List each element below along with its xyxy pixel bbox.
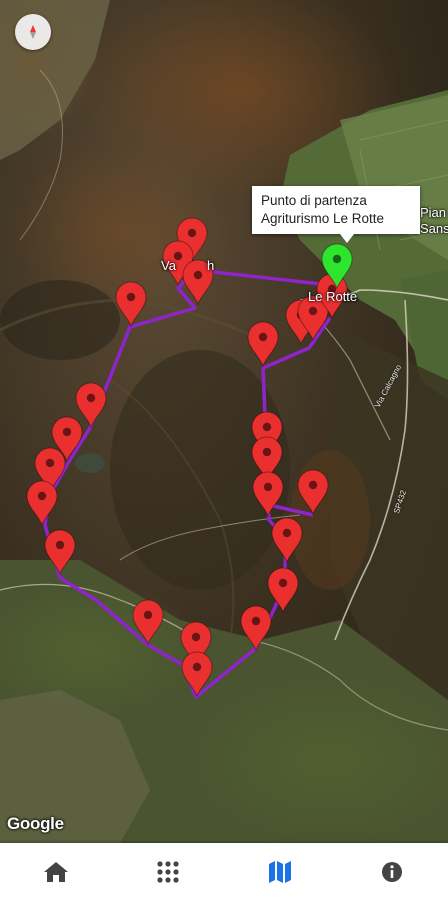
compass-button[interactable]	[15, 14, 51, 50]
place-label-pian: Pian	[420, 205, 447, 220]
home-icon	[44, 861, 68, 882]
satellite-terrain	[0, 0, 448, 843]
nav-info[interactable]	[336, 843, 448, 900]
nav-map[interactable]	[224, 843, 336, 900]
place-label-h: h	[207, 258, 215, 273]
nav-grid[interactable]	[112, 843, 224, 900]
info-window-title: Punto di partenza	[261, 193, 367, 208]
info-window-subtitle: Agriturismo Le Rotte	[261, 211, 385, 226]
info-icon	[382, 861, 402, 882]
marker-info-window[interactable]: Punto di partenza Agriturismo Le Rotte	[252, 186, 420, 234]
bottom-navigation	[0, 843, 448, 900]
google-attribution: Google	[7, 814, 64, 833]
nav-home[interactable]	[0, 843, 112, 900]
map-view[interactable]: Va h Le Rotte Pian Sansi Via Calcagno SP…	[0, 0, 448, 843]
place-label-sansi: Sansi	[420, 221, 448, 236]
place-label-le-rotte: Le Rotte	[308, 289, 358, 304]
info-window-tail	[340, 234, 354, 243]
grid-icon	[157, 860, 179, 883]
place-label-va: Va	[161, 258, 176, 273]
compass-icon	[30, 25, 36, 39]
map-icon	[269, 860, 291, 883]
